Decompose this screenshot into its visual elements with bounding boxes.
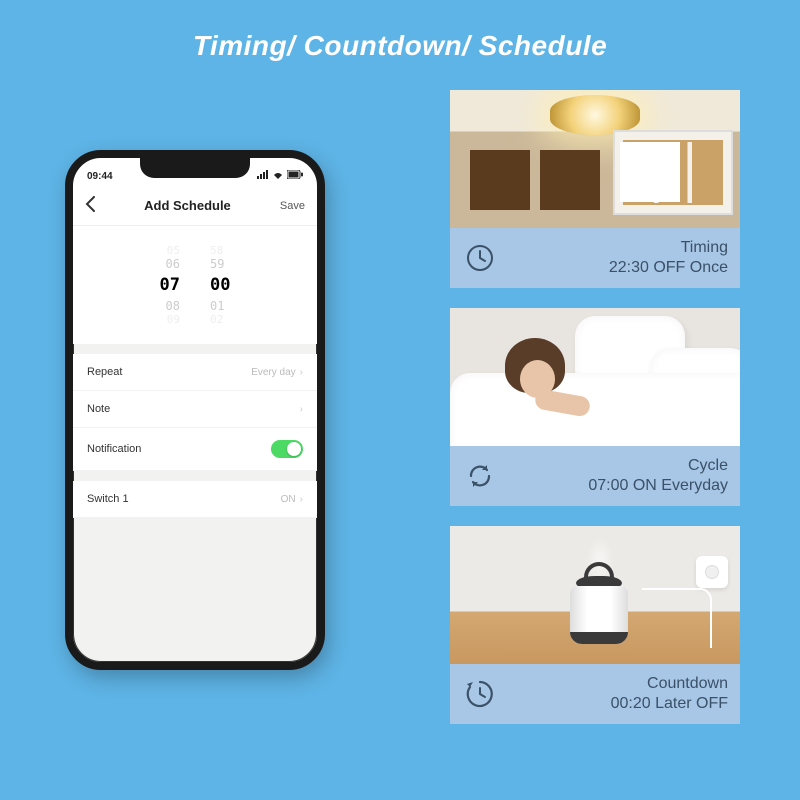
battery-icon xyxy=(287,170,303,182)
card-caption: Cycle 07:00 ON Everyday xyxy=(450,446,740,506)
countdown-icon xyxy=(464,678,496,710)
card-subtitle: 07:00 ON Everyday xyxy=(508,476,728,496)
picker-min: 59 xyxy=(210,257,224,271)
chevron-right-icon: › xyxy=(300,367,303,378)
picker-hour: 09 xyxy=(167,313,180,326)
phone-mockup: 09:44 Add Schedule Save 05 58 06 59 07 00 0… xyxy=(65,150,325,670)
wifi-icon xyxy=(272,170,284,182)
settings-section: Repeat Every day › Note › Notification xyxy=(73,354,317,471)
switch-section: Switch 1 ON › xyxy=(73,481,317,518)
picker-hour: 05 xyxy=(167,244,180,257)
picker-min: 01 xyxy=(210,299,224,313)
save-button[interactable]: Save xyxy=(280,200,305,212)
card-title: Timing xyxy=(508,238,728,258)
card-subtitle: 00:20 Later OFF xyxy=(508,694,728,714)
nav-title: Add Schedule xyxy=(144,198,231,213)
card-countdown: Countdown 00:20 Later OFF xyxy=(450,526,740,724)
switch-value: ON xyxy=(281,494,296,505)
page-title: Timing/ Countdown/ Schedule xyxy=(0,30,800,62)
repeat-row[interactable]: Repeat Every day › xyxy=(73,354,317,391)
countdown-image xyxy=(450,526,740,664)
cycle-image xyxy=(450,308,740,446)
back-button[interactable] xyxy=(85,196,95,215)
picker-min-selected: 00 xyxy=(210,275,230,295)
card-timing: Timing 22:30 OFF Once xyxy=(450,90,740,288)
phone-notch xyxy=(140,158,250,178)
status-icons xyxy=(257,170,303,182)
clock-icon xyxy=(464,242,496,274)
chevron-right-icon: › xyxy=(300,494,303,505)
notification-toggle[interactable] xyxy=(271,440,303,458)
repeat-label: Repeat xyxy=(87,366,122,378)
status-time: 09:44 xyxy=(87,171,113,182)
switch-label: Switch 1 xyxy=(87,493,129,505)
signal-icon xyxy=(257,170,269,182)
picker-hour: 06 xyxy=(166,257,180,271)
notification-row: Notification xyxy=(73,428,317,471)
time-picker[interactable]: 05 58 06 59 07 00 08 01 09 02 xyxy=(73,226,317,344)
note-label: Note xyxy=(87,403,110,415)
card-subtitle: 22:30 OFF Once xyxy=(508,258,728,278)
card-caption: Countdown 00:20 Later OFF xyxy=(450,664,740,724)
picker-min: 58 xyxy=(210,244,223,257)
card-title: Cycle xyxy=(508,456,728,476)
repeat-value: Every day xyxy=(251,367,295,378)
nav-bar: Add Schedule Save xyxy=(73,188,317,226)
switch-row[interactable]: Switch 1 ON › xyxy=(73,481,317,518)
notification-label: Notification xyxy=(87,443,141,455)
card-cycle: Cycle 07:00 ON Everyday xyxy=(450,308,740,506)
cycle-icon xyxy=(464,460,496,492)
picker-hour-selected: 07 xyxy=(160,275,180,295)
picker-min: 02 xyxy=(210,313,223,326)
note-row[interactable]: Note › xyxy=(73,391,317,428)
card-caption: Timing 22:30 OFF Once xyxy=(450,228,740,288)
chevron-right-icon: › xyxy=(300,404,303,415)
picker-hour: 08 xyxy=(166,299,180,313)
card-title: Countdown xyxy=(508,674,728,694)
timing-image xyxy=(450,90,740,228)
feature-cards: Timing 22:30 OFF Once Cycle 07:00 ON Eve… xyxy=(450,90,740,724)
